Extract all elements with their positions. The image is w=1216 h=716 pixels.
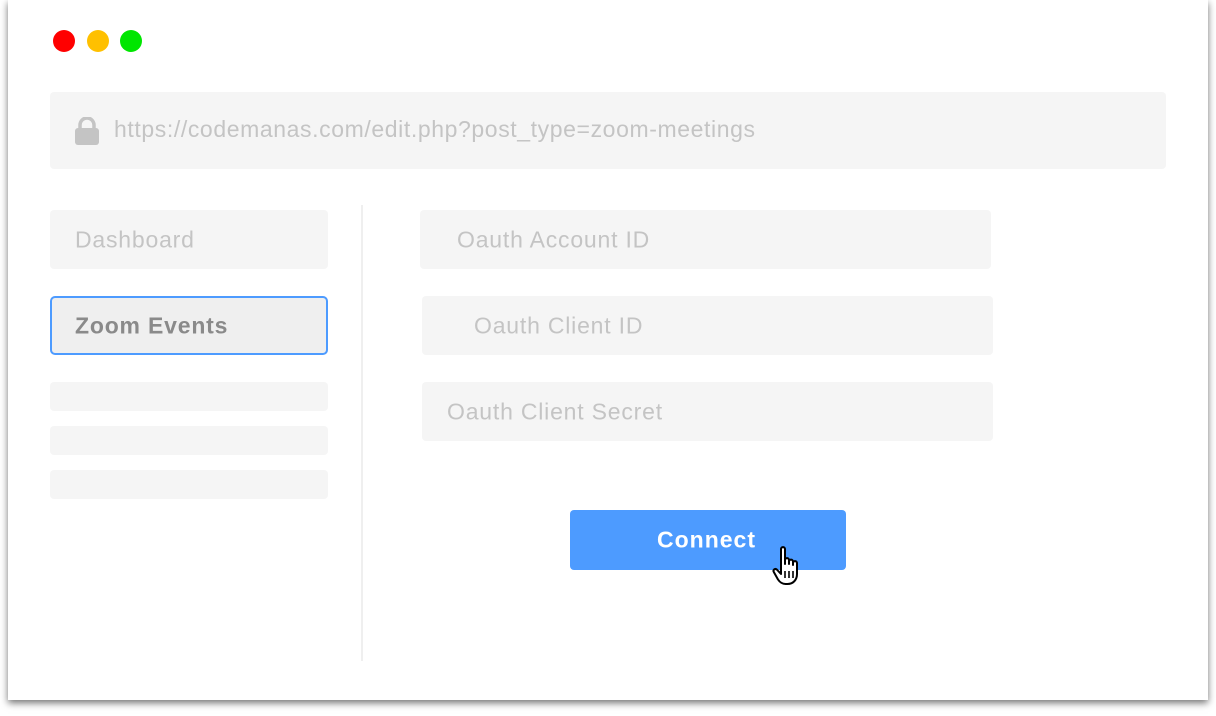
oauth-client-id-field[interactable]: Oauth Client ID <box>422 296 993 355</box>
address-bar-url: https://codemanas.com/edit.php?post_type… <box>114 116 756 142</box>
close-window-button[interactable] <box>53 30 75 52</box>
sidebar-item-label: Zoom Events <box>75 312 229 338</box>
sidebar-placeholder-item <box>50 382 328 411</box>
connect-button-label: Connect <box>657 526 756 553</box>
sidebar-item-label: Dashboard <box>75 226 195 252</box>
sidebar-placeholder-item <box>50 470 328 499</box>
sidebar-item-zoom-events[interactable]: Zoom Events <box>50 296 328 355</box>
sidebar-item-dashboard[interactable]: Dashboard <box>50 210 328 269</box>
browser-window: https://codemanas.com/edit.php?post_type… <box>8 0 1208 700</box>
address-bar[interactable]: https://codemanas.com/edit.php?post_type… <box>50 92 1166 169</box>
oauth-client-secret-field[interactable]: Oauth Client Secret <box>422 382 993 441</box>
hand-pointer-icon <box>772 546 798 585</box>
maximize-window-button[interactable] <box>120 30 142 52</box>
field-placeholder: Oauth Client ID <box>474 312 644 338</box>
vertical-divider <box>361 205 363 661</box>
oauth-account-id-field[interactable]: Oauth Account ID <box>420 210 991 269</box>
lock-icon <box>75 117 99 145</box>
minimize-window-button[interactable] <box>87 30 109 52</box>
sidebar-placeholder-item <box>50 426 328 455</box>
field-placeholder: Oauth Client Secret <box>447 398 663 424</box>
field-placeholder: Oauth Account ID <box>457 226 651 252</box>
